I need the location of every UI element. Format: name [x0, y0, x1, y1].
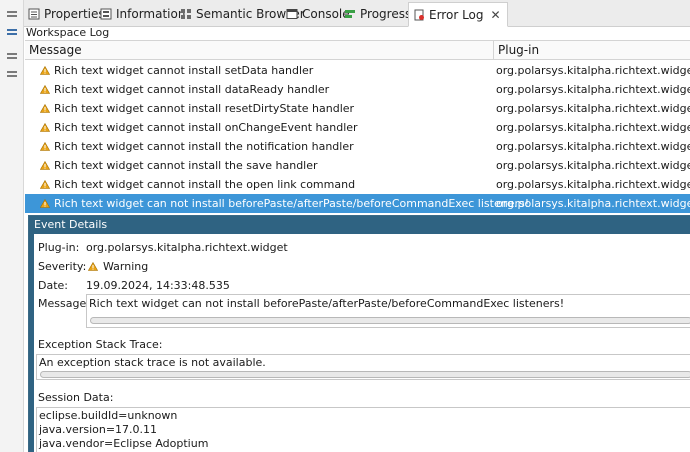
tab-label: Progress: [360, 7, 412, 21]
row-message-text: Rich text widget cannot install the save…: [54, 159, 318, 172]
column-header-plugin[interactable]: Plug-in: [493, 41, 690, 60]
console-icon: [286, 8, 298, 20]
warning-icon: [88, 262, 98, 271]
table-row[interactable]: Rich text widget cannot install dataRead…: [25, 80, 690, 99]
date-label: Date:: [38, 279, 68, 292]
row-message-text: Rich text widget cannot install the open…: [54, 178, 356, 191]
warning-icon: [40, 161, 50, 170]
row-message-cell: Rich text widget cannot install the noti…: [25, 137, 354, 156]
row-message-cell: Rich text widget cannot install setData …: [25, 61, 313, 80]
severity-value: Warning: [86, 260, 148, 273]
severity-label: Severity:: [38, 260, 87, 273]
view-menu-icon[interactable]: [7, 28, 17, 38]
row-message-text: Rich text widget cannot install setData …: [54, 64, 314, 77]
message-value: Rich text widget can not install beforeP…: [89, 297, 565, 310]
stack-trace-text-area[interactable]: An exception stack trace is not availabl…: [36, 354, 690, 380]
tab-progress[interactable]: Progress: [344, 3, 411, 25]
progress-icon: [344, 8, 356, 20]
table-row[interactable]: Rich text widget cannot install resetDir…: [25, 99, 690, 118]
table-row[interactable]: Rich text widget cannot install onChange…: [25, 118, 690, 137]
row-message-text: Rich text widget can not install beforeP…: [54, 197, 530, 210]
row-message-cell: Rich text widget cannot install the open…: [25, 175, 355, 194]
stack-trace-horizontal-scrollbar[interactable]: [40, 371, 690, 378]
tab-properties[interactable]: Properties: [28, 3, 105, 25]
message-label: Message:: [38, 297, 90, 310]
event-details-sidebar: [29, 234, 34, 452]
plugin-value: org.polarsys.kitalpha.richtext.widget: [86, 241, 288, 254]
row-plugin-cell: org.polarsys.kitalpha.richtext.widget: [496, 197, 690, 210]
event-details-header: Event Details: [29, 216, 690, 234]
properties-icon: [28, 8, 40, 20]
warning-icon: [40, 85, 50, 94]
tab-label: Properties: [44, 7, 105, 21]
row-plugin-cell: org.polarsys.kitalpha.richtext.widget: [496, 64, 690, 77]
plugin-label: Plug-in:: [38, 241, 80, 254]
warning-icon: [40, 123, 50, 132]
tab-information[interactable]: Information: [100, 3, 185, 25]
semantic-browser-icon: [180, 8, 192, 20]
event-details-panel: Event Details Plug-in: org.polarsys.kita…: [28, 215, 690, 452]
session-line: java.vendor=Eclipse Adoptium: [39, 437, 209, 450]
warning-icon: [40, 66, 50, 75]
information-icon: [100, 8, 112, 20]
table-body: Rich text widget cannot install setData …: [25, 61, 690, 213]
row-message-cell: Rich text widget can not install beforeP…: [25, 194, 529, 213]
warning-icon: [40, 180, 50, 189]
row-plugin-cell: org.polarsys.kitalpha.richtext.widget: [496, 140, 690, 153]
stack-trace-value: An exception stack trace is not availabl…: [39, 356, 266, 369]
message-horizontal-scrollbar[interactable]: [90, 317, 690, 324]
session-data-label: Session Data:: [38, 391, 114, 404]
row-message-cell: Rich text widget cannot install resetDir…: [25, 99, 354, 118]
table-header: Message Plug-in: [25, 40, 690, 60]
warning-icon: [40, 104, 50, 113]
row-plugin-cell: org.polarsys.kitalpha.richtext.widget: [496, 159, 690, 172]
date-value: 19.09.2024, 14:33:48.535: [86, 279, 230, 292]
left-toolbar-strip: [0, 0, 24, 452]
row-plugin-cell: org.polarsys.kitalpha.richtext.widget: [496, 102, 690, 115]
error-log-icon: [413, 9, 425, 21]
table-row[interactable]: Rich text widget cannot install the open…: [25, 175, 690, 194]
row-message-cell: Rich text widget cannot install the save…: [25, 156, 318, 175]
minimized-view-icon[interactable]: [7, 52, 17, 62]
table-row[interactable]: Rich text widget cannot install the save…: [25, 156, 690, 175]
session-line: java.version=17.0.11: [39, 423, 158, 436]
tab-console[interactable]: Console: [286, 3, 350, 25]
view-tab-bar: Properties Information Semantic Browser …: [24, 0, 690, 27]
tab-label: Console: [302, 7, 350, 21]
warning-icon: [40, 142, 50, 151]
tab-label: Information: [116, 7, 186, 21]
close-icon[interactable]: ✕: [491, 8, 501, 22]
row-plugin-cell: org.polarsys.kitalpha.richtext.widget: [496, 121, 690, 134]
tab-error-log[interactable]: Error Log ✕: [408, 2, 508, 27]
warning-icon: [40, 199, 50, 208]
row-plugin-cell: org.polarsys.kitalpha.richtext.widget: [496, 83, 690, 96]
row-message-cell: Rich text widget cannot install dataRead…: [25, 80, 329, 99]
message-text-area[interactable]: Rich text widget can not install beforeP…: [86, 294, 690, 328]
row-message-text: Rich text widget cannot install dataRead…: [54, 83, 330, 96]
table-row[interactable]: Rich text widget can not install beforeP…: [25, 194, 690, 213]
row-message-text: Rich text widget cannot install the noti…: [54, 140, 354, 153]
session-line: eclipse.buildId=unknown: [39, 409, 178, 422]
session-data-text-area[interactable]: eclipse.buildId=unknown java.version=17.…: [36, 407, 690, 452]
row-plugin-cell: org.polarsys.kitalpha.richtext.widget: [496, 178, 690, 191]
restore-view-icon[interactable]: [7, 10, 17, 20]
minimized-view-icon-2[interactable]: [7, 70, 17, 80]
workspace-log-title: Workspace Log: [26, 26, 110, 39]
stack-trace-label: Exception Stack Trace:: [38, 338, 163, 351]
row-message-text: Rich text widget cannot install resetDir…: [54, 102, 355, 115]
table-row[interactable]: Rich text widget cannot install setData …: [25, 61, 690, 80]
row-message-cell: Rich text widget cannot install onChange…: [25, 118, 358, 137]
row-message-text: Rich text widget cannot install onChange…: [54, 121, 358, 134]
column-header-message[interactable]: Message: [25, 41, 493, 60]
tab-label: Error Log: [429, 7, 484, 22]
error-log-table: Message Plug-in Rich text widget cannot …: [25, 40, 690, 213]
table-row[interactable]: Rich text widget cannot install the noti…: [25, 137, 690, 156]
